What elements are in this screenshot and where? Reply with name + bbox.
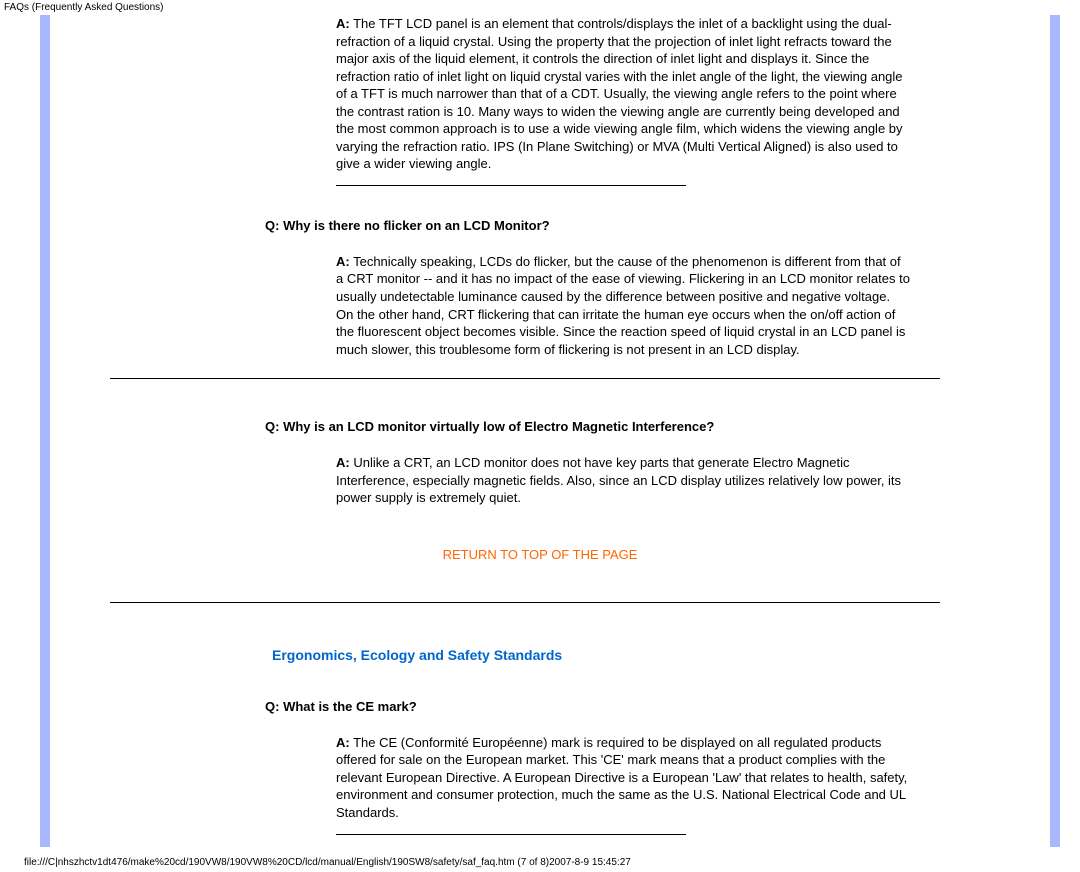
question-label: Q:: [265, 419, 279, 434]
right-accent-bar: [1050, 15, 1060, 847]
answer-label: A:: [336, 254, 350, 269]
question-text: Why is there no flicker on an LCD Monito…: [279, 218, 549, 233]
question-label: Q:: [265, 218, 279, 233]
question-label: Q:: [265, 699, 279, 714]
section-heading: Ergonomics, Ecology and Safety Standards: [272, 647, 1030, 663]
question-text: What is the CE mark?: [279, 699, 416, 714]
divider-long: [110, 602, 940, 603]
faq-answer-1: A: Technically speaking, LCDs do flicker…: [336, 253, 910, 358]
main-content: A: The TFT LCD panel is an element that …: [50, 15, 1050, 847]
faq-answer-0: A: The TFT LCD panel is an element that …: [336, 15, 910, 173]
answer-text: The TFT LCD panel is an element that con…: [336, 16, 903, 171]
left-accent-bar: [40, 15, 50, 847]
return-to-top-link[interactable]: RETURN TO TOP OF THE PAGE: [50, 547, 1030, 562]
answer-label: A:: [336, 455, 350, 470]
faq-question-1: Q: Why is there no flicker on an LCD Mon…: [265, 218, 1030, 233]
answer-label: A:: [336, 735, 350, 750]
divider: [336, 185, 686, 186]
answer-text: The CE (Conformité Européenne) mark is r…: [336, 735, 907, 820]
answer-text: Technically speaking, LCDs do flicker, b…: [336, 254, 910, 357]
faq-answer-section: A: The CE (Conformité Européenne) mark i…: [336, 734, 910, 822]
answer-label: A:: [336, 16, 350, 31]
question-text: Why is an LCD monitor virtually low of E…: [279, 419, 714, 434]
faq-question-2: Q: Why is an LCD monitor virtually low o…: [265, 419, 1030, 434]
page-header-title: FAQs (Frequently Asked Questions): [0, 0, 1080, 15]
answer-text: Unlike a CRT, an LCD monitor does not ha…: [336, 455, 901, 505]
footer-file-path: file:///C|nhszhctv1dt476/make%20cd/190VW…: [20, 853, 1080, 872]
divider-long: [110, 378, 940, 379]
faq-answer-2: A: Unlike a CRT, an LCD monitor does not…: [336, 454, 910, 507]
faq-question-section: Q: What is the CE mark?: [265, 699, 1030, 714]
